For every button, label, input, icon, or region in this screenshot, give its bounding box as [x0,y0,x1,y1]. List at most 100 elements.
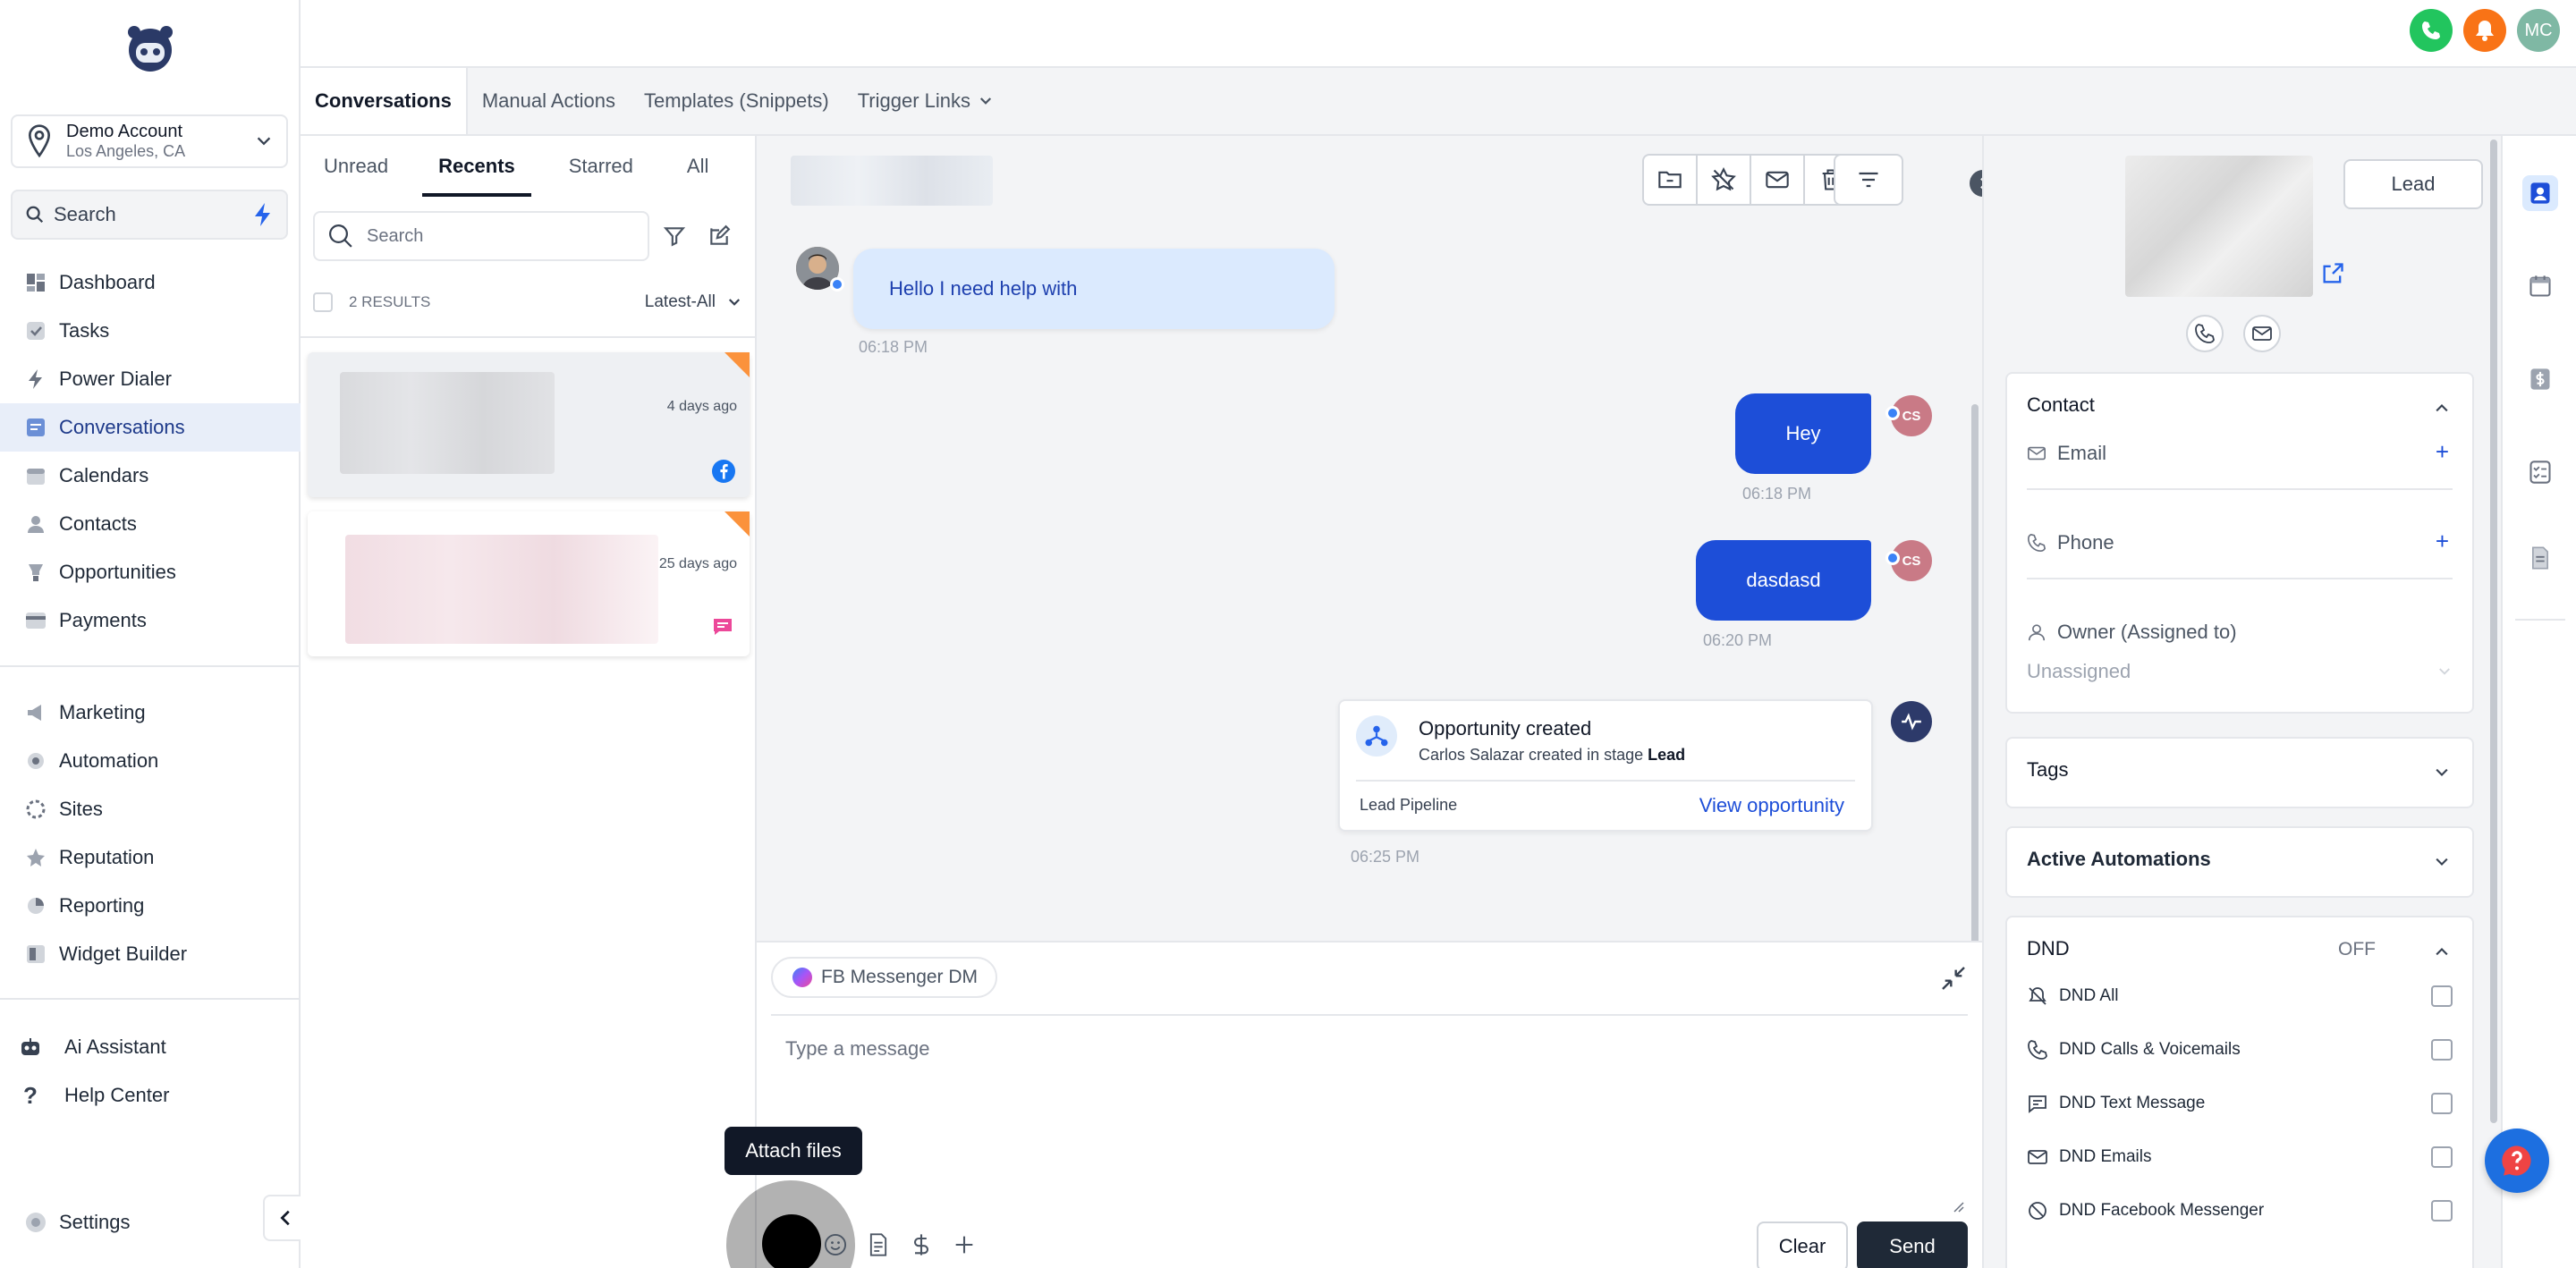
dnd-facebook-row[interactable]: DND Facebook Messenger [2027,1193,2453,1229]
compose-button[interactable] [705,222,733,250]
owner-field[interactable]: Owner (Assigned to) Unassigned [2027,621,2453,683]
dnd-checkbox[interactable] [2431,1093,2453,1114]
dnd-checkbox[interactable] [2431,1200,2453,1222]
select-all-checkbox[interactable] [313,292,333,312]
minimize-composer-icon[interactable] [1939,964,1968,993]
section-header[interactable]: Contact [2027,393,2095,417]
dnd-emails-row[interactable]: DND Emails [2027,1139,2453,1175]
nav-item-ai-assistant[interactable]: Ai Assistant [0,1023,301,1071]
message-filter-button[interactable] [1834,154,1903,206]
send-button[interactable]: Send [1857,1222,1968,1268]
tab-manual-actions[interactable]: Manual Actions [468,68,630,134]
attach-icon [762,1214,821,1268]
help-chat-button[interactable] [2485,1129,2549,1193]
rail-appointments-button[interactable] [2522,268,2558,304]
nav-item-widget-builder[interactable]: Widget Builder [0,930,301,978]
external-link-icon[interactable] [2320,261,2345,286]
dollar-icon [913,1234,929,1255]
list-tab-all[interactable]: All [671,136,724,197]
mail-icon [2028,446,2046,461]
mark-unread-button[interactable] [1750,154,1805,206]
nav-item-marketing[interactable]: Marketing [0,689,301,737]
tab-conversations[interactable]: Conversations [301,68,468,134]
rail-contact-button[interactable] [2522,175,2558,211]
clear-button[interactable]: Clear [1757,1222,1848,1268]
conversation-search-input[interactable] [367,225,617,247]
active-automations-section[interactable]: Active Automations [2005,826,2474,898]
emoji-button[interactable] [821,1230,850,1259]
add-phone-icon[interactable]: + [2436,529,2449,553]
move-folder-button[interactable] [1642,154,1698,206]
dnd-checkbox[interactable] [2431,985,2453,1007]
notifications-button[interactable] [2463,9,2506,52]
rail-notes-button[interactable] [2522,540,2558,576]
user-avatar[interactable]: MC [2517,9,2560,52]
channel-selector[interactable]: FB Messenger DM [771,957,998,998]
app-logo[interactable] [122,21,179,75]
tab-trigger-links[interactable]: Trigger Links [843,68,1008,134]
tab-label: Trigger Links [857,89,971,112]
lightning-icon[interactable] [252,202,274,227]
nav-item-opportunities[interactable]: Opportunities [0,548,301,596]
conversation-time: 25 days ago [658,556,737,571]
resize-handle-icon[interactable] [1952,1200,1964,1213]
dnd-checkbox[interactable] [2431,1146,2453,1168]
nav-item-sites[interactable]: Sites [0,785,301,833]
message-bubble-incoming: Hello I need help with [853,249,1335,329]
dnd-calls-row[interactable]: DND Calls & Voicemails [2027,1032,2453,1068]
message-input[interactable] [771,1028,1966,1211]
dnd-all-row[interactable]: DND All [2027,978,2453,1014]
block-icon [2029,1202,2046,1220]
sort-dropdown[interactable]: Latest-All [645,292,742,312]
add-email-icon[interactable]: + [2436,440,2449,463]
nav-item-reputation[interactable]: Reputation [0,833,301,882]
phone-call-button[interactable] [2410,9,2453,52]
chevron-up-icon[interactable] [2433,399,2451,417]
nav-item-settings[interactable]: Settings [0,1198,259,1247]
view-opportunity-link[interactable]: View opportunity [1699,794,1844,817]
list-tab-recents[interactable]: Recents [422,136,531,197]
more-actions-button[interactable] [950,1230,979,1259]
nav-item-help-center[interactable]: ? Help Center [0,1071,301,1120]
nav-label: Calendars [59,464,149,486]
nav-item-payments[interactable]: Payments [0,596,301,645]
conversation-item[interactable]: 25 days ago [308,511,750,656]
section-header[interactable]: DND [2027,937,2070,960]
chevron-up-icon[interactable] [2433,943,2451,960]
nav-item-automation[interactable]: Automation [0,737,301,785]
account-switcher[interactable]: Demo Account Los Angeles, CA [11,114,288,168]
conversation-search[interactable] [313,211,649,261]
dnd-text-row[interactable]: DND Text Message [2027,1086,2453,1121]
filter-button[interactable] [660,222,689,250]
nav-item-reporting[interactable]: Reporting [0,882,301,930]
phone-field[interactable]: Phone + [2027,529,2453,579]
list-tab-unread[interactable]: Unread [308,136,404,197]
star-button[interactable] [1696,154,1751,206]
tab-templates[interactable]: Templates (Snippets) [630,68,843,134]
dnd-label: DND Text Message [2059,1094,2206,1112]
email-contact-button[interactable] [2243,315,2281,352]
lead-stage-button[interactable]: Lead [2343,159,2483,209]
conversation-item[interactable]: 4 days ago [308,352,750,497]
nav-item-tasks[interactable]: Tasks [0,307,301,355]
call-contact-button[interactable] [2186,315,2224,352]
rail-payments-button[interactable] [2522,361,2558,397]
attach-files-button[interactable]: Attach files [724,1127,862,1268]
list-tab-starred[interactable]: Starred [553,136,649,197]
sidebar-search[interactable]: Search [11,190,288,240]
payment-button[interactable] [907,1230,936,1259]
contact-scrollbar[interactable] [2490,139,2497,1123]
tags-section[interactable]: Tags [2005,737,2474,808]
contact-name-blurred [791,156,993,206]
nav-item-dashboard[interactable]: Dashboard [0,258,301,307]
rail-tasks-button[interactable] [2522,454,2558,490]
dnd-checkbox[interactable] [2431,1039,2453,1061]
nav-item-contacts[interactable]: Contacts [0,500,301,548]
nav-item-calendars[interactable]: Calendars [0,452,301,500]
email-field[interactable]: Email + [2027,440,2453,490]
snippet-button[interactable] [864,1230,893,1259]
nav-item-conversations[interactable]: Conversations [0,403,301,452]
nav-item-power-dialer[interactable]: Power Dialer [0,355,301,403]
phone-icon [2422,21,2440,39]
owner-select[interactable]: Unassigned [2027,660,2453,683]
